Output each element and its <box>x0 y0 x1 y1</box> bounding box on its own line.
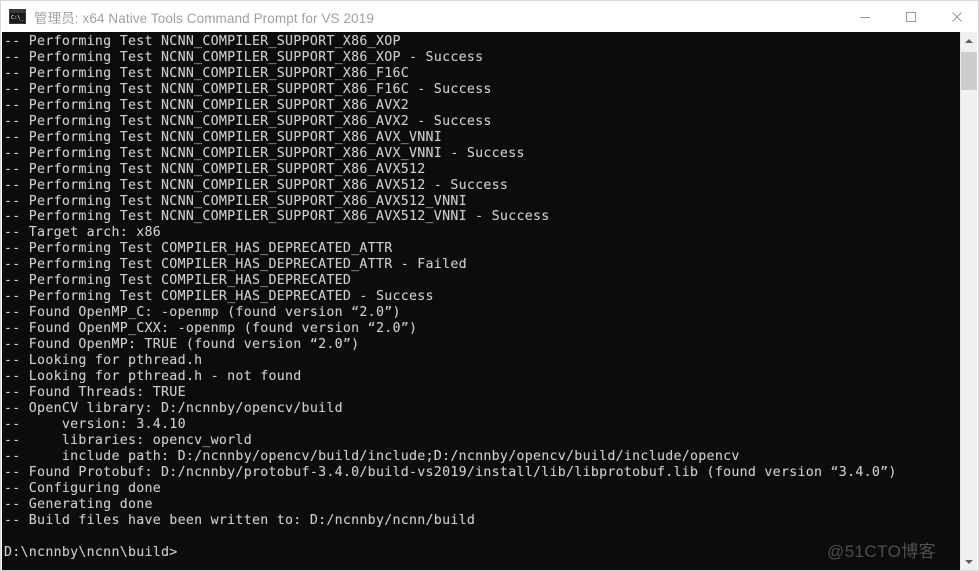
scroll-up-arrow-icon[interactable] <box>961 32 977 49</box>
console-icon: C:\_ <box>9 9 26 24</box>
maximize-button[interactable] <box>888 1 934 32</box>
maximize-icon <box>906 11 916 22</box>
window-controls <box>842 1 978 32</box>
minimize-icon <box>860 16 870 18</box>
scroll-down-arrow-icon[interactable] <box>961 553 977 570</box>
console-window: C:\_ 管理员: x64 Native Tools Command Promp… <box>0 0 979 571</box>
scrollbar-track[interactable] <box>961 49 977 553</box>
chevron-up-icon <box>965 38 973 43</box>
minimize-button[interactable] <box>842 1 888 32</box>
terminal-output-area[interactable]: -- Performing Test NCNN_COMPILER_SUPPORT… <box>2 32 962 570</box>
close-icon <box>952 11 962 22</box>
chevron-down-icon <box>965 559 973 564</box>
close-button[interactable] <box>934 1 978 32</box>
scrollbar-thumb[interactable] <box>961 52 977 90</box>
terminal-text: -- Performing Test NCNN_COMPILER_SUPPORT… <box>4 34 897 560</box>
vertical-scrollbar[interactable] <box>960 32 977 570</box>
title-bar[interactable]: C:\_ 管理员: x64 Native Tools Command Promp… <box>1 1 978 32</box>
window-title: 管理员: x64 Native Tools Command Prompt for… <box>34 10 374 26</box>
console-icon-glyph: C:\_ <box>10 13 25 23</box>
